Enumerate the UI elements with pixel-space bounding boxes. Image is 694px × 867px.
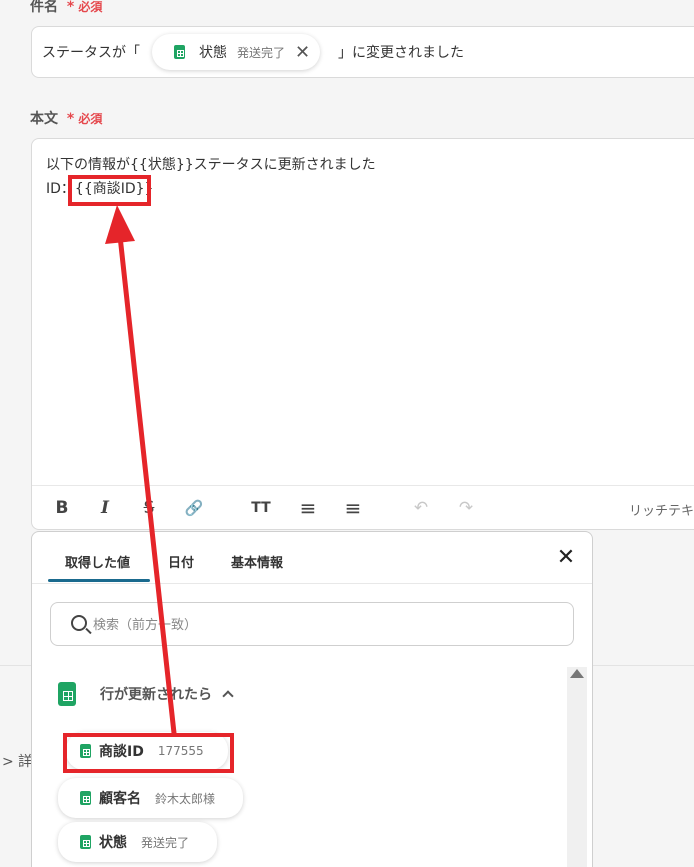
annotation-arrow (105, 205, 177, 736)
